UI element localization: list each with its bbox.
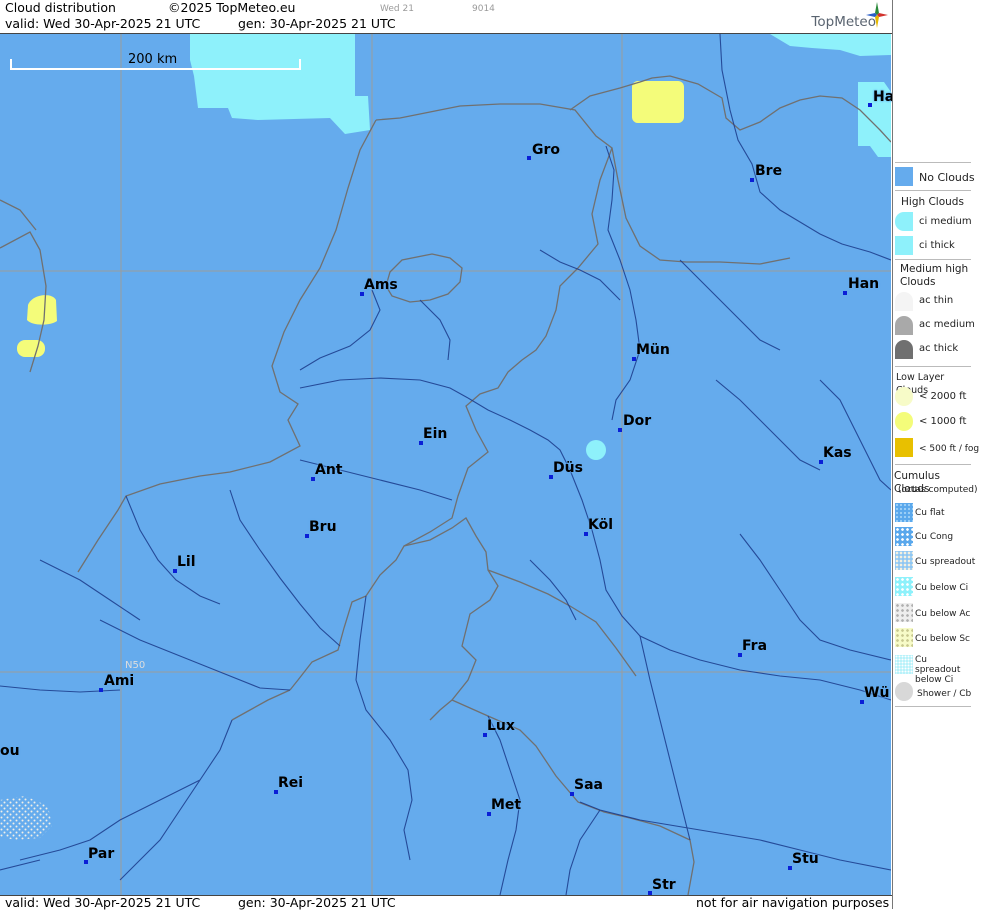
frame-code: 9014 xyxy=(472,4,495,14)
cu-below-ac-swatch xyxy=(895,603,913,622)
cu-below-sc-swatch xyxy=(895,628,913,647)
legend-lt-2000: < 2000 ft xyxy=(919,391,967,402)
header-bar: Cloud distribution ©2025 TopMeteo.eu Wed… xyxy=(0,0,892,34)
city-dot xyxy=(750,178,754,182)
legend-ac-thick: ac thick xyxy=(919,343,959,354)
city-label-gro: Gro xyxy=(532,142,561,158)
cumulus-area xyxy=(0,796,52,840)
legend-cu-below-ci: Cu below Ci xyxy=(915,583,969,593)
city-label-dor: Dor xyxy=(623,413,652,429)
city-label-bru: Bru xyxy=(309,519,337,535)
ci-medium-swatch xyxy=(895,212,913,231)
city-label-met: Met xyxy=(491,797,522,813)
city-dot xyxy=(843,291,847,295)
legend-ac-medium: ac medium xyxy=(919,319,975,330)
city-label-stu: Stu xyxy=(792,851,819,867)
city-label-bre: Bre xyxy=(755,163,783,179)
city-label-mun: Mün xyxy=(636,342,670,358)
legend-divider xyxy=(895,464,971,465)
fog-swatch xyxy=(895,438,913,457)
legend-high-clouds: High Clouds xyxy=(901,196,964,208)
cu-flat-swatch xyxy=(895,503,913,522)
legend-ci-thick: ci thick xyxy=(919,240,955,251)
city-label-kas: Kas xyxy=(823,445,852,461)
cu-cong-swatch xyxy=(895,527,913,546)
compass-logo-icon xyxy=(866,2,888,28)
city-label-ams: Ams xyxy=(364,277,398,293)
city-dot xyxy=(527,156,531,160)
city-label-rei: Rei xyxy=(278,775,304,791)
low-1000-swatch xyxy=(895,412,913,431)
scale-label: 200 km xyxy=(128,52,178,67)
ci-cloud-areas xyxy=(190,34,891,460)
footer-bar: valid: Wed 30-Apr-2025 21 UTC gen: 30-Ap… xyxy=(0,895,892,910)
legend-ac-thin: ac thin xyxy=(919,295,954,306)
cu-below-ci-swatch xyxy=(895,577,913,596)
legend-shower-cb: Shower / Cb xyxy=(917,689,972,699)
generated-time: gen: 30-Apr-2025 21 UTC xyxy=(238,16,396,31)
map-title: Cloud distribution xyxy=(5,0,116,15)
legend-cu-below-ac: Cu below Ac xyxy=(915,609,971,619)
copyright: ©2025 TopMeteo.eu xyxy=(168,0,296,15)
city-dot xyxy=(99,688,103,692)
legend-lt-1000: < 1000 ft xyxy=(919,416,967,427)
legend-divider xyxy=(895,366,971,367)
city-label-lux: Lux xyxy=(487,718,515,734)
city-label-wu: Wü xyxy=(864,685,890,701)
legend-divider xyxy=(895,259,971,260)
city-label-han: Han xyxy=(848,276,880,292)
legend-cu-flat: Cu flat xyxy=(915,508,945,518)
legend-cu-spreadout: Cu spreadout xyxy=(915,557,976,567)
legend-no-clouds: No Clouds xyxy=(919,171,975,184)
footer-valid-time: valid: Wed 30-Apr-2025 21 UTC xyxy=(5,895,201,910)
ci-thick-swatch xyxy=(895,236,913,255)
city-dot xyxy=(868,103,872,107)
city-label-saa: Saa xyxy=(574,777,603,793)
ac-thin-swatch xyxy=(895,292,913,311)
no-clouds-swatch xyxy=(895,167,913,186)
city-label-ein: Ein xyxy=(423,426,448,442)
city-label-par: Par xyxy=(88,846,115,862)
legend-divider xyxy=(895,162,971,163)
ac-thick-swatch xyxy=(895,340,913,359)
city-label-dus: Düs xyxy=(553,460,583,476)
shower-cb-swatch xyxy=(895,682,913,701)
disclaimer: not for air navigation purposes xyxy=(696,895,890,910)
city-label-ou: ou xyxy=(0,743,20,759)
cloud-map[interactable]: 200 km N50 Gro Bre Ha Ams Han Mün Dor Ei… xyxy=(0,34,895,895)
legend-cumulus-sub: (octas computed) xyxy=(898,485,978,495)
legend-divider xyxy=(895,706,971,707)
city-dot xyxy=(618,428,622,432)
legend-panel: No Clouds High Clouds ci medium ci thick… xyxy=(892,0,983,909)
city-label-str: Str xyxy=(652,877,676,893)
legend-cu-spreadout-below-ci: Cu spreadout below Ci xyxy=(915,655,961,685)
low-2000-swatch xyxy=(895,387,913,406)
borders xyxy=(0,75,891,895)
legend-medium-high: Medium high Clouds xyxy=(900,263,969,288)
legend-cu-cong: Cu Cong xyxy=(915,532,954,542)
valid-time: valid: Wed 30-Apr-2025 21 UTC xyxy=(5,16,201,31)
city-label-ant: Ant xyxy=(315,462,343,478)
city-label-ami: Ami xyxy=(104,673,135,689)
legend-lt-500: < 500 ft / fog xyxy=(919,444,980,454)
legend-cu-below-sc: Cu below Sc xyxy=(915,634,970,644)
city-label-fra: Fra xyxy=(742,638,768,654)
latitude-label: N50 xyxy=(125,660,146,671)
footer-generated-time: gen: 30-Apr-2025 21 UTC xyxy=(238,895,396,910)
legend-divider xyxy=(895,190,971,191)
ac-medium-swatch xyxy=(895,316,913,335)
frame-label: Wed 21 xyxy=(380,4,414,14)
city-label-kol: Köl xyxy=(588,517,614,533)
city-label-lil: Lil xyxy=(177,554,196,570)
cu-spreadout-swatch xyxy=(895,551,913,570)
legend-ci-medium: ci medium xyxy=(919,216,972,227)
city-label-ha: Ha xyxy=(873,89,895,105)
cu-spreadout-below-ci-swatch xyxy=(895,655,913,674)
